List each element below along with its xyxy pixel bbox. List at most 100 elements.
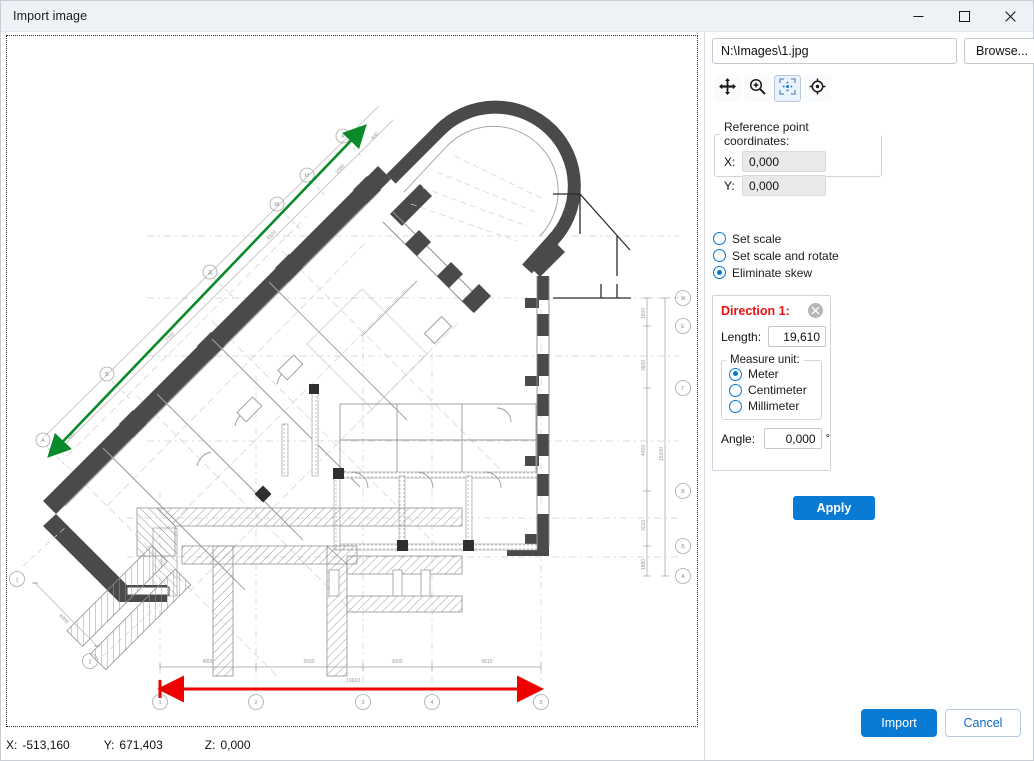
direction-1-close-button[interactable]: [808, 303, 823, 318]
svg-text:2: 2: [88, 660, 91, 666]
pan-tool-button[interactable]: [714, 75, 741, 102]
radio-eliminate-skew[interactable]: [713, 266, 726, 279]
svg-text:4: 4: [430, 700, 433, 706]
status-x-value: -513,160: [22, 738, 69, 752]
fit-to-view-tool-button[interactable]: [774, 75, 801, 102]
radio-direction-1-meter[interactable]: [729, 368, 742, 381]
dialog-body: 495 7700 6100 1560 600 АВ ДЖ ИК: [1, 32, 1033, 760]
reference-y-row: Y:: [724, 175, 881, 196]
svg-text:1600: 1600: [641, 308, 647, 319]
floor-plan-drawing: 495 7700 6100 1560 600 АВ ДЖ ИК: [7, 36, 697, 726]
direction-1-angle-unit: °: [826, 433, 830, 445]
image-path-input[interactable]: [712, 38, 957, 64]
svg-text:1: 1: [158, 700, 161, 706]
status-y-value: 671,403: [119, 738, 162, 752]
mode-option-eliminate-skew[interactable]: Eliminate skew: [713, 264, 839, 281]
radio-set-scale-and-rotate[interactable]: [713, 249, 726, 262]
svg-text:600: 600: [370, 131, 380, 141]
status-y: Y:671,403: [104, 738, 163, 752]
status-z-value: 0,000: [220, 738, 250, 752]
reference-y-input[interactable]: [742, 175, 826, 196]
svg-text:5: 5: [539, 700, 542, 706]
close-circle-icon: [811, 302, 820, 320]
window-controls: [895, 1, 1033, 32]
svg-text:5500: 5500: [303, 659, 314, 665]
svg-text:1560: 1560: [334, 163, 346, 175]
file-path-row: Browse...: [712, 38, 1034, 64]
image-preview-viewport[interactable]: 495 7700 6100 1560 600 АВ ДЖ ИК: [6, 35, 698, 727]
mode-option-eliminate-skew-label: Eliminate skew: [732, 266, 812, 280]
radio-direction-1-centimeter[interactable]: [729, 384, 742, 397]
zoom-tool-button[interactable]: [744, 75, 771, 102]
browse-button[interactable]: Browse...: [964, 38, 1034, 64]
svg-text:1880: 1880: [641, 559, 647, 570]
mode-option-set-scale[interactable]: Set scale: [713, 230, 839, 247]
direction-1-length-label: Length:: [721, 330, 768, 344]
maximize-icon: [959, 11, 970, 22]
svg-text:4900: 4900: [202, 659, 213, 665]
direction-1-panel: Direction 1: Length: Measure unit:: [712, 295, 831, 471]
import-button[interactable]: Import: [861, 709, 937, 737]
direction-1-unit-meter[interactable]: Meter: [729, 366, 821, 382]
settings-panel: Browse...: [704, 32, 1033, 760]
svg-text:К: К: [341, 134, 345, 140]
svg-text:Г: Г: [682, 386, 685, 392]
reference-x-row: X:: [724, 151, 881, 172]
svg-text:И: И: [305, 173, 309, 179]
direction-1-angle-label: Angle:: [721, 432, 764, 446]
svg-text:3600: 3600: [641, 360, 647, 371]
direction-1-length-input[interactable]: [768, 326, 826, 347]
close-button[interactable]: [987, 1, 1033, 32]
direction-1-header: Direction 1:: [721, 303, 823, 318]
radio-set-scale[interactable]: [713, 232, 726, 245]
direction-1-unit-millimeter[interactable]: Millimeter: [729, 398, 821, 414]
svg-text:Ж: Ж: [274, 202, 279, 208]
svg-text:2: 2: [254, 700, 257, 706]
svg-text:Д: Д: [208, 270, 212, 276]
magnifier-plus-icon: [749, 78, 766, 100]
cancel-button[interactable]: Cancel: [945, 709, 1021, 737]
svg-text:А: А: [681, 574, 685, 580]
status-z-label: Z:: [205, 738, 216, 752]
svg-text:5610: 5610: [481, 659, 492, 665]
import-image-dialog: Import image: [0, 0, 1034, 761]
direction-1-length-row: Length:: [721, 326, 830, 347]
coordinate-status-bar: X: -513,160 Y:671,403 Z: 0,000: [6, 732, 698, 758]
mode-option-set-scale-and-rotate[interactable]: Set scale and rotate: [713, 247, 839, 264]
svg-text:15100: 15100: [659, 447, 665, 461]
svg-text:Е: Е: [681, 324, 685, 330]
direction-1-unit-centimeter[interactable]: Centimeter: [729, 382, 821, 398]
transform-mode-group: Set scale Set scale and rotate Eliminate…: [713, 230, 839, 281]
svg-text:4460: 4460: [641, 445, 647, 456]
direction-1-title: Direction 1:: [721, 304, 790, 318]
svg-text:19610: 19610: [346, 678, 360, 684]
radio-direction-1-millimeter[interactable]: [729, 400, 742, 413]
direction-1-unit-millimeter-label: Millimeter: [748, 399, 799, 413]
direction-1-unit-centimeter-label: Centimeter: [748, 383, 807, 397]
status-z: Z: 0,000: [205, 738, 251, 752]
window-title: Import image: [13, 9, 87, 23]
status-x: X: -513,160: [6, 738, 70, 752]
svg-text:3: 3: [361, 700, 364, 706]
direction-1-unit-meter-label: Meter: [748, 367, 779, 381]
reference-point-group: Reference point coordinates: X: Y:: [714, 120, 882, 177]
status-x-label: X:: [6, 738, 17, 752]
svg-text:В: В: [105, 372, 109, 378]
mode-option-set-scale-label: Set scale: [732, 232, 781, 246]
direction-1-angle-input[interactable]: [764, 428, 822, 449]
fit-to-screen-icon: [779, 78, 796, 100]
reference-x-input[interactable]: [742, 151, 826, 172]
svg-text:В: В: [681, 489, 685, 495]
apply-button[interactable]: Apply: [793, 496, 875, 520]
reference-point-tool-button[interactable]: [804, 75, 831, 102]
maximize-button[interactable]: [941, 1, 987, 32]
move-arrows-icon: [719, 78, 736, 100]
target-crosshair-icon: [809, 78, 826, 100]
minimize-icon: [913, 11, 924, 22]
reference-x-label: X:: [724, 155, 742, 169]
svg-text:Б: Б: [681, 544, 685, 550]
svg-text:3210: 3210: [641, 520, 647, 531]
minimize-button[interactable]: [895, 1, 941, 32]
svg-text:3600: 3600: [391, 659, 402, 665]
svg-text:Ж: Ж: [680, 296, 685, 302]
